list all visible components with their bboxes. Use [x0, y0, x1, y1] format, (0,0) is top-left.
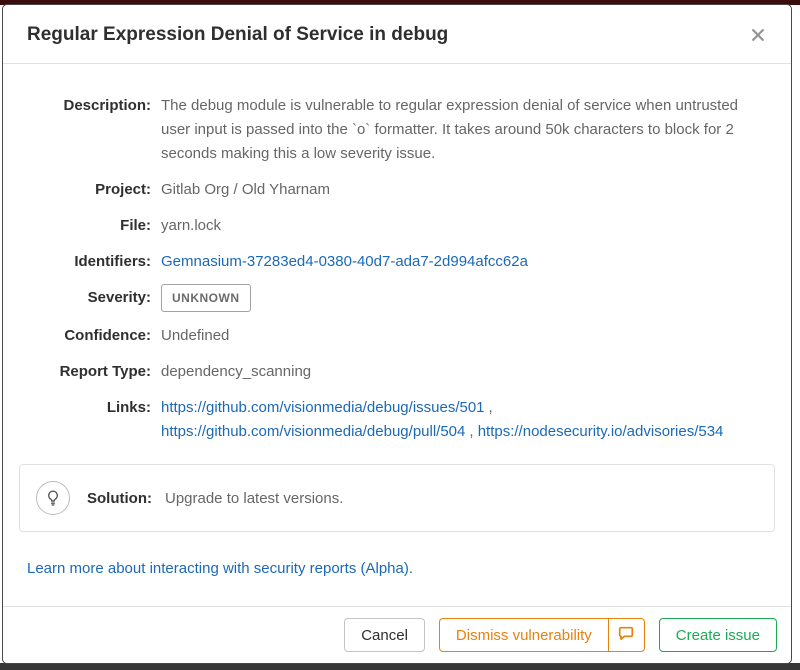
lightbulb-icon — [36, 481, 70, 515]
learn-more-link[interactable]: Learn more about interacting with securi… — [27, 560, 413, 577]
field-label: Confidence: — [27, 324, 151, 348]
field-value: Gitlab Org / Old Yharnam — [161, 178, 330, 202]
field-label: Report Type: — [27, 360, 151, 384]
modal-title: Regular Expression Denial of Service in … — [27, 22, 448, 48]
comment-icon — [618, 625, 634, 645]
link-separator: , — [489, 399, 493, 416]
cancel-button[interactable]: Cancel — [344, 618, 425, 652]
field-value: Undefined — [161, 324, 229, 348]
field-value: dependency_scanning — [161, 360, 311, 384]
field-file: File: yarn.lock — [27, 214, 767, 238]
field-value: yarn.lock — [161, 214, 221, 238]
modal-header: Regular Expression Denial of Service in … — [3, 5, 791, 64]
close-icon — [751, 30, 765, 45]
field-label: Identifiers: — [27, 250, 151, 274]
vulnerability-link[interactable]: https://github.com/visionmedia/debug/iss… — [161, 399, 485, 416]
field-label: File: — [27, 214, 151, 238]
dismiss-vulnerability-button[interactable]: Dismiss vulnerability — [439, 618, 645, 652]
field-label: Project: — [27, 178, 151, 202]
solution-text: Upgrade to latest versions. — [165, 490, 343, 507]
field-project: Project: Gitlab Org / Old Yharnam — [27, 178, 767, 202]
identifier-link[interactable]: Gemnasium-37283ed4-0380-40d7-ada7-2d994a… — [161, 253, 528, 270]
field-value: The debug module is vulnerable to regula… — [161, 94, 767, 166]
vulnerability-modal: Regular Expression Denial of Service in … — [2, 4, 792, 664]
severity-badge: UNKNOWN — [161, 284, 251, 312]
field-confidence: Confidence: Undefined — [27, 324, 767, 348]
field-severity: Severity: UNKNOWN — [27, 286, 767, 312]
field-label: Links: — [27, 396, 151, 444]
modal-body: Description: The debug module is vulnera… — [3, 64, 791, 606]
field-links: Links: https://github.com/visionmedia/de… — [27, 396, 767, 444]
vulnerability-link[interactable]: https://github.com/visionmedia/debug/pul… — [161, 423, 465, 440]
modal-footer: Cancel Dismiss vulnerability Create issu… — [3, 606, 791, 663]
close-button[interactable] — [741, 22, 767, 42]
link-separator: , — [469, 423, 473, 440]
field-description: Description: The debug module is vulnera… — [27, 94, 767, 166]
solution-label: Solution: — [87, 490, 152, 507]
dismiss-with-comment-button[interactable] — [608, 619, 644, 651]
field-identifiers: Identifiers: Gemnasium-37283ed4-0380-40d… — [27, 250, 767, 274]
vulnerability-link[interactable]: https://nodesecurity.io/advisories/534 — [478, 423, 724, 440]
solution-box: Solution: Upgrade to latest versions. — [19, 464, 775, 532]
create-issue-button[interactable]: Create issue — [659, 618, 777, 652]
field-report-type: Report Type: dependency_scanning — [27, 360, 767, 384]
field-label: Description: — [27, 94, 151, 166]
field-label: Severity: — [27, 286, 151, 312]
backdrop-page-content — [0, 663, 800, 670]
links-line-1: https://github.com/visionmedia/debug/iss… — [161, 396, 723, 420]
links-line-2: https://github.com/visionmedia/debug/pul… — [161, 420, 723, 444]
dismiss-vulnerability-label[interactable]: Dismiss vulnerability — [440, 619, 608, 651]
